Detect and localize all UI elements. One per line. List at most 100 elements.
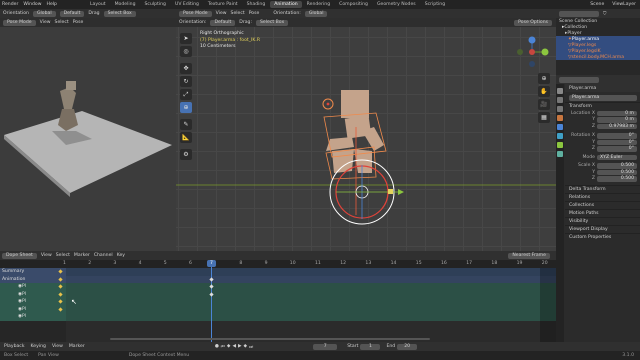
channel-action[interactable]: Animation <box>0 275 66 283</box>
render-tab-icon[interactable] <box>557 97 563 103</box>
play-icon[interactable]: ▶ <box>238 344 242 350</box>
outliner-row[interactable]: ▽ stencil.body.MCH.arma <box>556 54 640 60</box>
jump-end-icon[interactable]: ⏭ <box>249 344 253 350</box>
current-frame-field[interactable]: 7 <box>313 343 338 350</box>
scale-x-field[interactable]: 0.500 <box>597 163 637 169</box>
visibility-panel[interactable]: Visibility <box>565 217 640 225</box>
frame-ruler[interactable]: 1 2 3 4 5 6 8 9 10 11 12 13 14 15 16 17 18 19 20 <box>0 260 556 268</box>
filter-icon[interactable]: ⛉ <box>603 11 606 17</box>
scale-z-field[interactable]: 0.500 <box>597 176 637 182</box>
tab-animation[interactable]: Animation <box>270 1 302 8</box>
start-frame-field[interactable]: 1 <box>360 343 381 350</box>
outliner-search[interactable] <box>559 10 599 17</box>
channel-bone[interactable]: ◉ Pl <box>0 283 66 291</box>
properties-search[interactable] <box>559 76 599 83</box>
camera-viewport[interactable] <box>0 27 176 251</box>
tab-rendering[interactable]: Rendering <box>303 1 334 8</box>
tab-uv-editing[interactable]: UV Editing <box>171 1 203 8</box>
timeline-view-menu[interactable]: View <box>52 344 63 349</box>
viewport-display-panel[interactable]: Viewport Display <box>565 225 640 233</box>
dope-menu-key[interactable]: Key <box>117 253 125 258</box>
custom-properties-panel[interactable]: Custom Properties <box>565 233 640 241</box>
gizmo-handle[interactable] <box>388 189 393 194</box>
channel-bone[interactable]: ◉ Pl <box>0 313 66 321</box>
record-icon[interactable]: ● <box>215 344 219 350</box>
tab-layout[interactable]: Layout <box>86 1 110 8</box>
pivot-dropdown-2[interactable]: Default <box>210 19 236 26</box>
menu-render[interactable]: Render <box>2 2 18 7</box>
menu-pose[interactable]: Pose <box>73 20 84 25</box>
physics-tab-icon[interactable] <box>557 133 563 139</box>
rotation-x-field[interactable]: 0° <box>597 133 637 139</box>
orientation-dropdown[interactable]: Global <box>32 10 56 17</box>
dope-sheet[interactable]: 1 2 3 4 5 6 8 9 10 11 12 13 14 15 16 17 18 19 20 Summary A… <box>0 260 556 342</box>
tab-texture-paint[interactable]: Texture Paint <box>204 1 242 8</box>
menu-window[interactable]: Window <box>23 2 41 7</box>
modifier-tab-icon[interactable] <box>557 124 563 130</box>
rotation-mode-dropdown[interactable]: XYZ Euler <box>597 154 637 160</box>
keyframe-area[interactable] <box>66 268 556 342</box>
keying-menu[interactable]: Keying <box>31 344 46 349</box>
channel-bone[interactable]: ◉ Pl <box>0 305 66 313</box>
output-tab-icon[interactable] <box>557 106 563 112</box>
view-layer-name[interactable]: ViewLayer <box>612 2 636 7</box>
gizmo-y-arrow[interactable] <box>398 189 404 195</box>
prev-key-icon[interactable]: ◆ <box>227 344 231 350</box>
tool-tab-icon[interactable] <box>557 88 563 94</box>
relations-panel[interactable]: Relations <box>565 193 640 201</box>
playback-menu[interactable]: Playback <box>4 344 25 349</box>
dope-menu-channel[interactable]: Channel <box>94 253 113 258</box>
channel-summary[interactable]: Summary <box>0 268 66 276</box>
horizontal-scrollbar[interactable] <box>110 338 430 340</box>
mode-dropdown[interactable]: Pose Mode <box>3 19 36 26</box>
main-orientation-dropdown[interactable]: Global <box>304 10 328 17</box>
main-menu-select[interactable]: Select <box>231 11 245 16</box>
delta-transform-panel[interactable]: Delta Transform <box>565 185 640 193</box>
menu-help[interactable]: Help <box>46 2 56 7</box>
bone-name-field[interactable]: Player.arma <box>569 95 637 101</box>
next-key-icon[interactable]: ◆ <box>244 344 248 350</box>
scale-y-field[interactable]: 0.500 <box>597 169 637 175</box>
tab-modeling[interactable]: Modeling <box>111 1 140 8</box>
playhead-frame[interactable]: 7 <box>207 260 216 267</box>
dope-menu-select[interactable]: Select <box>56 253 70 258</box>
collections-panel[interactable]: Collections <box>565 201 640 209</box>
tab-scripting[interactable]: Scripting <box>421 1 449 8</box>
location-y-field[interactable]: 0 m <box>597 117 637 123</box>
bone-tab-icon[interactable] <box>557 151 563 157</box>
end-frame-field[interactable]: 20 <box>397 343 418 350</box>
tab-shading[interactable]: Shading <box>243 1 270 8</box>
rotation-z-field[interactable]: 0° <box>597 146 637 152</box>
editor-mode-dropdown[interactable]: Dope Sheet <box>2 252 37 259</box>
snap-dropdown[interactable]: Nearest Frame <box>508 252 550 259</box>
tab-compositing[interactable]: Compositing <box>335 1 372 8</box>
tab-sculpting[interactable]: Sculpting <box>141 1 170 8</box>
timeline-marker-menu[interactable]: Marker <box>69 344 85 349</box>
menu-select[interactable]: Select <box>55 20 69 25</box>
dope-menu-view[interactable]: View <box>41 253 52 258</box>
rotation-y-field[interactable]: 0° <box>597 139 637 145</box>
select-box-dropdown[interactable]: Select Box <box>103 10 136 17</box>
main-viewport[interactable]: Right Orthographic (7) Player.arma : foo… <box>176 27 556 251</box>
main-menu-view[interactable]: View <box>216 11 227 16</box>
transform-panel-header[interactable]: Transform <box>565 102 640 110</box>
motion-paths-panel[interactable]: Motion Paths <box>565 209 640 217</box>
armature-data-tab-icon[interactable] <box>557 142 563 148</box>
pivot-dropdown[interactable]: Default <box>59 10 85 17</box>
jump-start-icon[interactable]: ⏮ <box>221 344 225 350</box>
location-x-field[interactable]: 0 m <box>597 110 637 116</box>
channel-bone[interactable]: ◉ Pl <box>0 290 66 298</box>
playhead-line[interactable] <box>211 260 212 342</box>
tab-geometry-nodes[interactable]: Geometry Nodes <box>373 1 420 8</box>
channel-bone[interactable]: ◉ Pl <box>0 298 66 306</box>
location-z-field[interactable]: 0.97983 m <box>597 123 637 129</box>
menu-view[interactable]: View <box>40 20 51 25</box>
dope-menu-marker[interactable]: Marker <box>74 253 90 258</box>
scene-name[interactable]: Scene <box>590 2 604 7</box>
select-box-dropdown-2[interactable]: Select Box <box>256 19 289 26</box>
object-tab-icon[interactable] <box>557 115 563 121</box>
play-reverse-icon[interactable]: ◀ <box>232 344 236 350</box>
pose-options-dropdown[interactable]: Pose Options <box>514 19 552 26</box>
main-mode-dropdown[interactable]: Pose Mode <box>179 10 212 17</box>
main-menu-pose[interactable]: Pose <box>249 11 260 16</box>
